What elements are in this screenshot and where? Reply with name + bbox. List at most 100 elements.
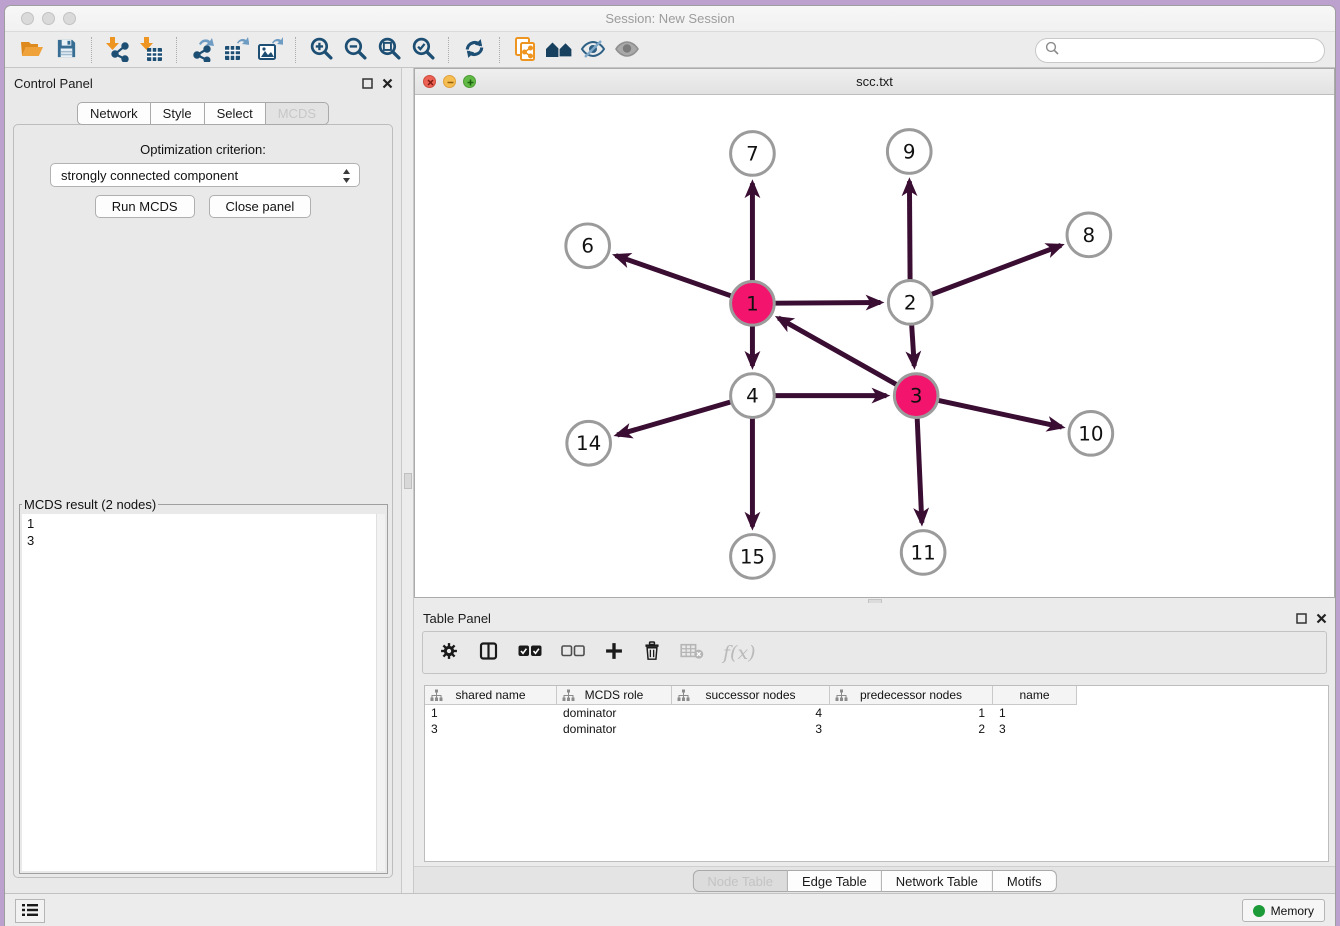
- column-header-MCDS-role[interactable]: MCDS role: [557, 686, 672, 705]
- delete-table-button[interactable]: [680, 642, 704, 663]
- column-label: MCDS role: [585, 688, 644, 702]
- criterion-select[interactable]: strongly connected component: [50, 163, 360, 187]
- network-canvas[interactable]: 1234678910111415: [415, 95, 1334, 597]
- node-label-1: 1: [746, 292, 759, 315]
- cell-successor-nodes[interactable]: 4: [672, 705, 830, 721]
- task-history-button[interactable]: [15, 899, 45, 923]
- cell-name[interactable]: 3: [993, 721, 1077, 737]
- ndex-button[interactable]: [542, 35, 576, 65]
- save-session-button[interactable]: [49, 35, 83, 65]
- run-mcds-button[interactable]: Run MCDS: [95, 195, 195, 218]
- tab-network[interactable]: Network: [77, 102, 151, 125]
- tab-select[interactable]: Select: [205, 102, 266, 125]
- hide-selected-button[interactable]: [576, 35, 610, 65]
- cell-predecessor-nodes[interactable]: 2: [830, 721, 993, 737]
- panel-split-divider[interactable]: [401, 68, 414, 893]
- mcds-tab-panel: Optimization criterion: strongly connect…: [13, 124, 393, 878]
- gear-icon: [439, 641, 459, 664]
- edge-1-6[interactable]: [616, 256, 731, 296]
- houses-icon: [544, 37, 574, 64]
- export-table-icon: [223, 36, 249, 65]
- zoom-in-button[interactable]: [304, 35, 338, 65]
- show-columns-button[interactable]: [478, 641, 499, 664]
- node-label-7: 7: [746, 142, 759, 165]
- checked-boxes-icon: [518, 644, 542, 661]
- result-scrollbar[interactable]: [376, 514, 385, 871]
- select-all-columns-button[interactable]: [518, 644, 542, 661]
- mcds-result-list[interactable]: 1 3: [22, 514, 385, 871]
- node-label-14: 14: [576, 432, 601, 455]
- edge-4-14[interactable]: [617, 402, 730, 435]
- edge-1-2[interactable]: [775, 303, 880, 304]
- folder-open-icon: [19, 37, 45, 64]
- zoom-out-button[interactable]: [338, 35, 372, 65]
- float-table-panel-icon[interactable]: [1296, 611, 1307, 629]
- network-graph[interactable]: 1234678910111415: [415, 95, 1334, 597]
- split-grip[interactable]: [404, 473, 412, 489]
- search-input[interactable]: [1060, 41, 1324, 61]
- column-label: predecessor nodes: [860, 688, 962, 702]
- tab-network-table[interactable]: Network Table: [882, 870, 993, 892]
- network-file-title: scc.txt: [415, 74, 1334, 89]
- memory-button[interactable]: Memory: [1242, 899, 1325, 922]
- cell-predecessor-nodes[interactable]: 1: [830, 705, 993, 721]
- table-options-button[interactable]: [439, 641, 459, 664]
- table-row[interactable]: 1dominator411: [425, 705, 1328, 721]
- add-column-button[interactable]: [604, 641, 624, 664]
- table-panel-title: Table Panel: [423, 611, 491, 626]
- cell-name[interactable]: 1: [993, 705, 1077, 721]
- show-all-button[interactable]: [610, 35, 644, 65]
- cell-successor-nodes[interactable]: 3: [672, 721, 830, 737]
- edge-2-8[interactable]: [932, 245, 1061, 294]
- fx-icon: f(x): [723, 642, 756, 664]
- table-row[interactable]: 3dominator323: [425, 721, 1328, 737]
- column-header-shared-name[interactable]: shared name: [425, 686, 557, 705]
- tab-mcds[interactable]: MCDS: [266, 102, 329, 125]
- close-table-panel-icon[interactable]: [1316, 611, 1327, 629]
- edge-3-11[interactable]: [917, 418, 922, 522]
- toolbar-separator: [295, 37, 296, 63]
- main-content: Control Panel Network Style Select MCDS …: [5, 68, 1335, 893]
- table-body: 1dominator4113dominator323: [425, 705, 1328, 737]
- export-image-button[interactable]: [253, 35, 287, 65]
- zoom-fit-button[interactable]: [372, 35, 406, 65]
- edge-2-9[interactable]: [909, 181, 910, 279]
- edge-3-10[interactable]: [938, 400, 1061, 427]
- column-header-predecessor-nodes[interactable]: predecessor nodes: [830, 686, 993, 705]
- export-network-button[interactable]: [185, 35, 219, 65]
- tab-motifs[interactable]: Motifs: [993, 870, 1057, 892]
- unselect-all-columns-button[interactable]: [561, 644, 585, 661]
- tab-node-table[interactable]: Node Table: [692, 870, 788, 892]
- close-panel-icon[interactable]: [382, 76, 393, 94]
- sort-hierarchy-icon: [835, 689, 848, 705]
- close-panel-button[interactable]: Close panel: [209, 195, 312, 218]
- tab-edge-table[interactable]: Edge Table: [788, 870, 882, 892]
- zoom-selected-button[interactable]: [406, 35, 440, 65]
- column-header-name[interactable]: name: [993, 686, 1077, 705]
- control-panel-tabs: Network Style Select MCDS: [77, 102, 329, 125]
- open-session-button[interactable]: [15, 35, 49, 65]
- toolbar-separator: [176, 37, 177, 63]
- tab-style[interactable]: Style: [151, 102, 205, 125]
- network-view-window: scc.txt 1234678910111415: [414, 68, 1335, 598]
- apply-layout-button[interactable]: [457, 35, 491, 65]
- clone-network-button[interactable]: [508, 35, 542, 65]
- cell-MCDS-role[interactable]: dominator: [557, 721, 672, 737]
- cell-shared-name[interactable]: 3: [425, 721, 557, 737]
- delete-column-button[interactable]: [643, 641, 661, 664]
- import-table-button[interactable]: [134, 35, 168, 65]
- edge-3-1[interactable]: [778, 318, 896, 384]
- node-label-4: 4: [746, 385, 759, 408]
- edge-2-3[interactable]: [912, 325, 915, 366]
- function-builder-button[interactable]: f(x): [723, 642, 756, 664]
- export-table-button[interactable]: [219, 35, 253, 65]
- cell-shared-name[interactable]: 1: [425, 705, 557, 721]
- column-header-successor-nodes[interactable]: successor nodes: [672, 686, 830, 705]
- search-icon: [1044, 40, 1060, 61]
- node-label-15: 15: [740, 545, 765, 568]
- float-panel-icon[interactable]: [362, 76, 373, 94]
- table-panel-header: Table Panel: [414, 603, 1335, 631]
- cell-MCDS-role[interactable]: dominator: [557, 705, 672, 721]
- eye-slash-icon: [579, 37, 607, 64]
- import-network-button[interactable]: [100, 35, 134, 65]
